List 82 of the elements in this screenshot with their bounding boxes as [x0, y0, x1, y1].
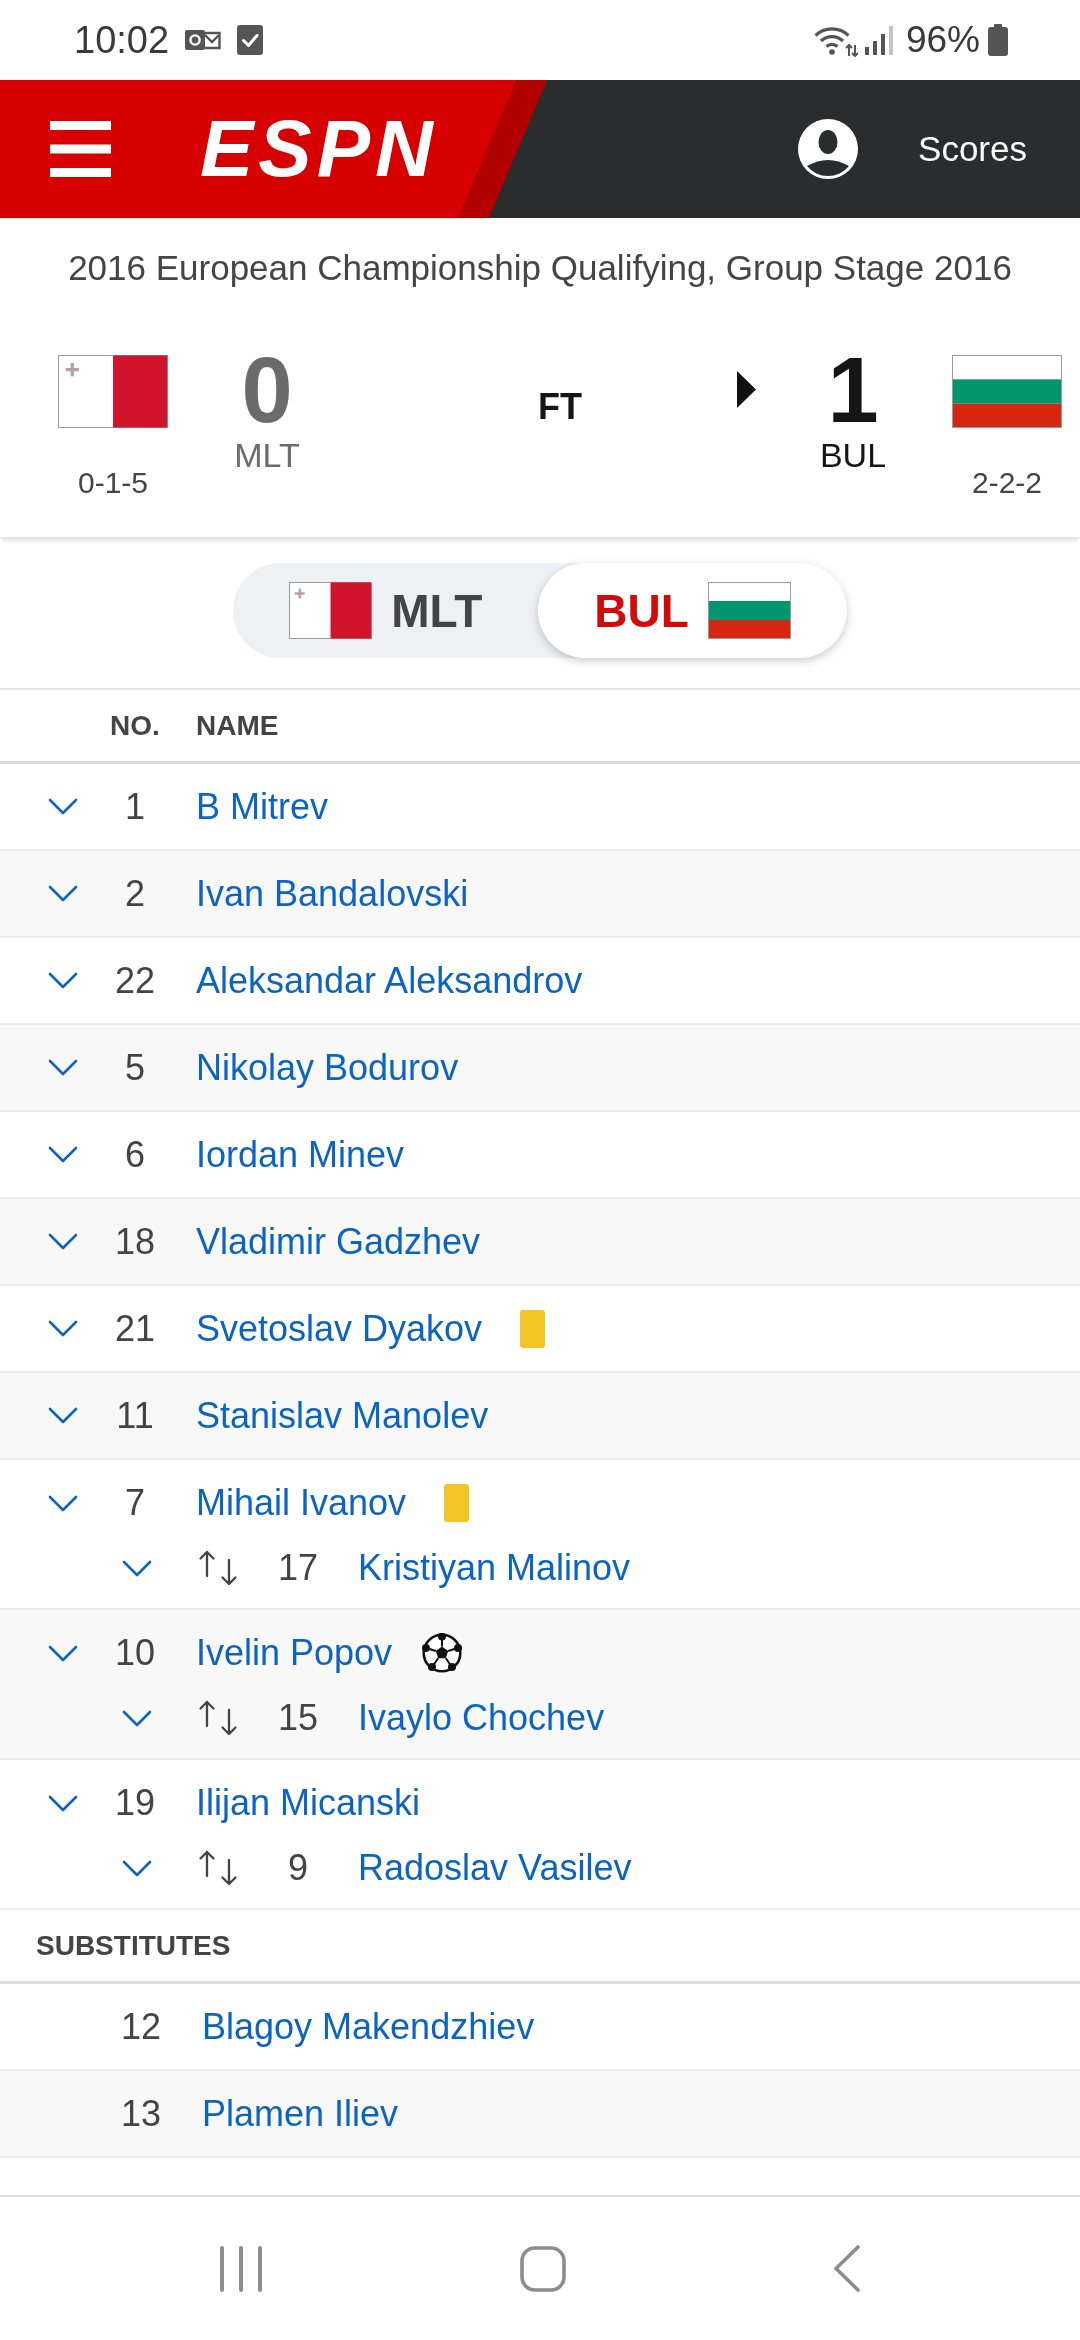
team-record: 2-2-2 — [971, 465, 1042, 501]
team-abbreviation: BUL — [819, 435, 887, 475]
player-name-link[interactable]: Ivaylo Chochev — [358, 1697, 605, 1739]
menu-icon[interactable] — [50, 121, 111, 177]
column-header: NAME — [196, 709, 279, 742]
player-name-link[interactable]: Kristiyan Malinov — [358, 1547, 631, 1589]
chevron-down-icon[interactable] — [48, 1233, 78, 1250]
scores-link[interactable]: Scores — [918, 128, 1027, 170]
swap-arrows-icon — [198, 1850, 238, 1886]
team-score: 0 — [241, 348, 293, 432]
player-name-link[interactable]: Radoslav Vasilev — [358, 1847, 632, 1889]
swap-arrows-icon — [198, 1700, 238, 1736]
chevron-down-icon[interactable] — [48, 1794, 78, 1812]
column-header: NO. — [109, 709, 161, 742]
team-tab[interactable]: BUL — [538, 563, 847, 658]
battery-percentage: 96% — [905, 18, 980, 62]
team-score: 1 — [827, 348, 879, 432]
player-name-link[interactable]: Ilijan Micanski — [196, 1782, 421, 1824]
player-name-link[interactable]: Iordan Minev — [196, 1133, 405, 1176]
signal-icon — [863, 25, 896, 55]
chevron-down-icon[interactable] — [122, 1709, 152, 1727]
jersey-number: 9 — [287, 1847, 309, 1889]
booking-card-icon — [444, 1484, 470, 1522]
player-name-link[interactable]: Plamen Iliev — [202, 2092, 399, 2135]
espn-logo[interactable]: ESPN — [200, 109, 438, 189]
competition-title: 2016 European Championship Qualifying, Group Stage 2016 — [67, 248, 1013, 288]
jersey-number: 17 — [276, 1547, 319, 1589]
jersey-number: 15 — [276, 1697, 319, 1739]
jersey-number: 10 — [113, 1632, 156, 1674]
jersey-number: 5 — [124, 1046, 146, 1089]
jersey-number: 21 — [113, 1307, 156, 1350]
soccer-ball-icon — [422, 1633, 463, 1673]
jersey-number: 6 — [124, 1133, 146, 1176]
player-name-link[interactable]: Ivan Bandalovski — [196, 872, 469, 915]
jersey-number: 2 — [124, 872, 146, 915]
chevron-down-icon[interactable] — [48, 1320, 78, 1337]
player-name-link[interactable]: B Mitrev — [196, 785, 328, 828]
player-name-link[interactable]: Stanislav Manolev — [196, 1394, 489, 1437]
jersey-number: 19 — [113, 1782, 156, 1824]
chevron-down-icon[interactable] — [48, 1407, 78, 1424]
account-icon[interactable] — [798, 119, 859, 179]
chevron-down-icon[interactable] — [48, 798, 78, 815]
player-name-link[interactable]: Aleksandar Aleksandrov — [196, 959, 583, 1002]
player-name-link[interactable]: Nikolay Bodurov — [196, 1046, 459, 1089]
jersey-number: 11 — [115, 1394, 155, 1437]
team-abbreviation: MLT — [234, 435, 300, 475]
player-name-link[interactable]: Svetoslav Dyakov — [196, 1307, 483, 1350]
booking-card-icon — [520, 1309, 546, 1348]
swap-arrows-icon — [198, 1550, 238, 1586]
jersey-number: 22 — [113, 959, 156, 1002]
chevron-down-icon[interactable] — [48, 1494, 78, 1512]
player-name-link[interactable]: Ivelin Popov — [196, 1632, 393, 1674]
player-name-link[interactable]: Blagoy Makendzhiev — [202, 2005, 535, 2048]
chevron-down-icon[interactable] — [48, 1059, 78, 1076]
player-name-link[interactable]: Vladimir Gadzhev — [196, 1220, 481, 1263]
jersey-number: 7 — [124, 1482, 146, 1524]
jersey-number: 12 — [119, 2005, 162, 2048]
jersey-number: 18 — [113, 1220, 156, 1263]
team-record: 0-1-5 — [77, 465, 148, 501]
home-icon[interactable] — [520, 2245, 566, 2292]
chevron-down-icon[interactable] — [48, 1146, 78, 1163]
recent-apps-icon[interactable] — [219, 2245, 263, 2292]
team-tab[interactable]: MLT — [233, 563, 539, 658]
mail-notification-icon — [185, 27, 222, 53]
match-status: FT — [538, 387, 582, 427]
flag-icon — [707, 582, 791, 639]
chevron-down-icon[interactable] — [48, 972, 78, 989]
chevron-down-icon[interactable] — [48, 1644, 78, 1662]
jersey-number: 13 — [119, 2092, 162, 2135]
back-icon[interactable] — [833, 2245, 860, 2292]
section-title: SUBSTITUTES — [36, 1929, 231, 1962]
player-name-link[interactable]: Mihail Ivanov — [196, 1482, 407, 1524]
chevron-down-icon[interactable] — [122, 1559, 152, 1577]
battery-icon — [988, 24, 1008, 56]
flag-icon — [58, 355, 168, 428]
chevron-down-icon[interactable] — [48, 885, 78, 902]
flag-icon — [289, 582, 373, 639]
chevron-down-icon[interactable] — [122, 1859, 152, 1877]
checkbox-notification-icon — [237, 25, 264, 55]
status-time: 10:02 — [74, 18, 170, 62]
jersey-number: 1 — [124, 785, 146, 828]
flag-icon — [952, 355, 1062, 428]
